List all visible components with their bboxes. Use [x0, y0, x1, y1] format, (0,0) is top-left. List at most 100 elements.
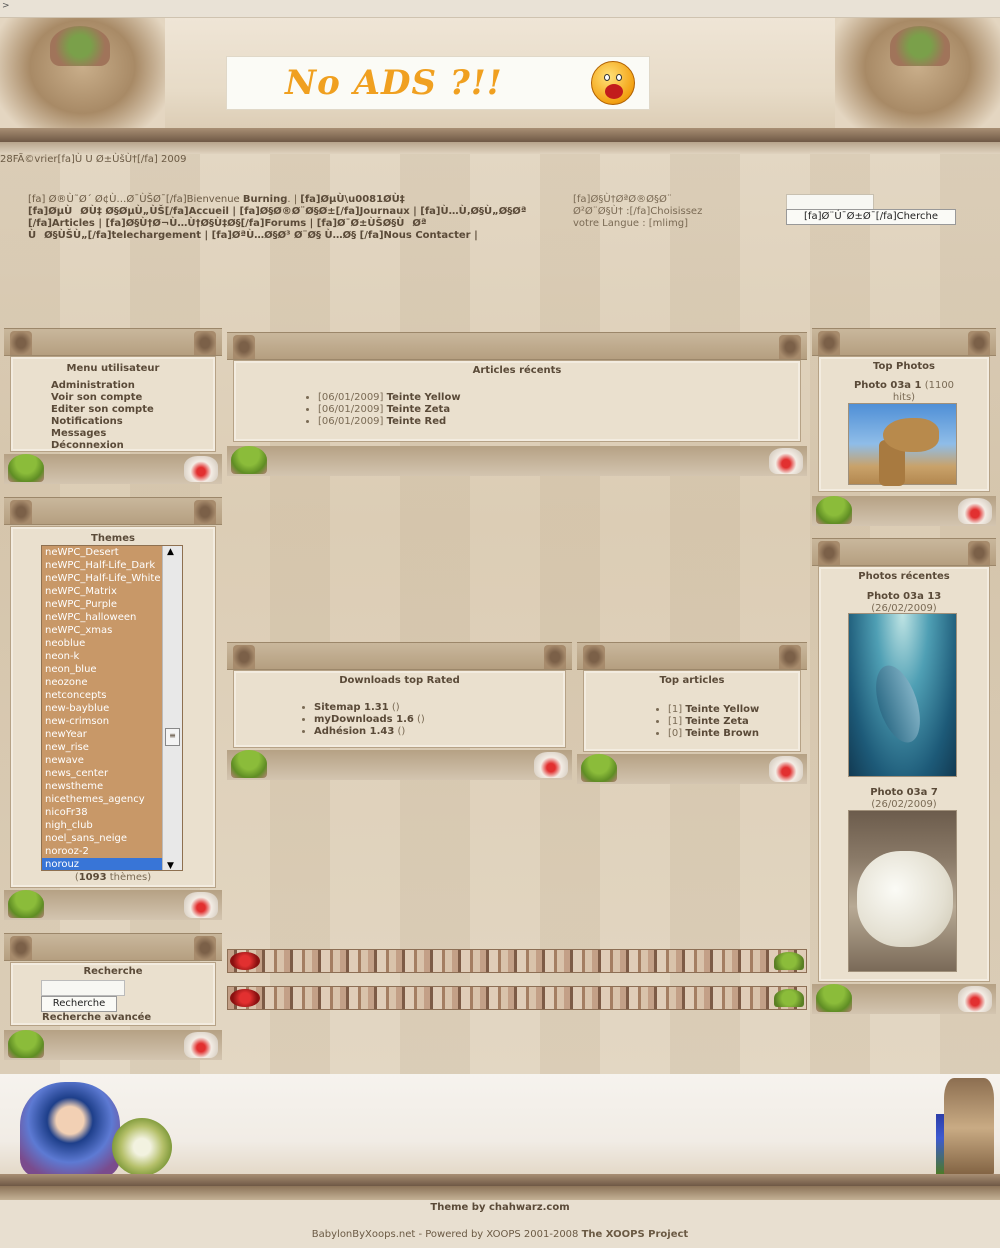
top-articles-panel: Top articles [1] Teinte Yellow [1] Teint… [583, 670, 801, 752]
footer-statue-image [944, 1078, 994, 1178]
menu-item-administration[interactable]: Administration [51, 380, 215, 392]
theme-option[interactable]: neWPC_Desert [42, 546, 164, 559]
menu-item-notifications[interactable]: Notifications [51, 416, 215, 428]
top-search-input[interactable] [786, 194, 874, 210]
recent-articles-panel: Articles récents [06/01/2009] Teinte Yel… [233, 360, 801, 442]
list-item: [1] Teinte Zeta [668, 716, 800, 728]
theme-option[interactable]: new-crimson [42, 715, 164, 728]
download-link[interactable]: myDownloads 1.6 [314, 714, 414, 725]
search-input[interactable] [41, 980, 125, 996]
top-photos-panel-footer [812, 496, 996, 526]
theme-option[interactable]: newave [42, 754, 164, 767]
ad-banner[interactable]: No ADS ?!! [226, 56, 650, 110]
advanced-search-link[interactable]: Recherche avancée [42, 1012, 151, 1023]
articles-panel-footer [227, 446, 807, 476]
list-item: Adhésion 1.43 () [314, 726, 565, 738]
theme-option[interactable]: neWPC_Half-Life_Dark [42, 559, 164, 572]
theme-option[interactable]: norouz [42, 858, 164, 870]
theme-list-scrollbar[interactable]: ▲ ≡ ▼ [162, 546, 182, 870]
article-link[interactable]: Teinte Zeta [387, 404, 450, 415]
scroll-up-arrow-icon[interactable]: ▲ [167, 547, 174, 557]
download-link[interactable]: Sitemap 1.31 [314, 702, 389, 713]
theme-option[interactable]: neWPC_Matrix [42, 585, 164, 598]
footer-credits: Theme by chahwarz.com BabylonByXoops.net… [0, 1200, 1000, 1248]
recent-photos-title: Photos récentes [858, 571, 950, 582]
theme-option[interactable]: neWPC_Half-Life_White [42, 572, 164, 585]
recent-photo-link[interactable]: Photo 03a 7 [870, 787, 938, 798]
theme-credit-link[interactable]: Theme by chahwarz.com [0, 1200, 1000, 1213]
user-menu-title: Menu utilisateur [66, 363, 160, 374]
article-link[interactable]: Teinte Zeta [685, 716, 748, 727]
theme-option[interactable]: news_center [42, 767, 164, 780]
top-strip-text: > [2, 1, 10, 11]
theme-option[interactable]: neWPC_halloween [42, 611, 164, 624]
list-item: [06/01/2009] Teinte Zeta [318, 404, 800, 416]
recent-photo-link[interactable]: Photo 03a 13 [867, 591, 942, 602]
language-selector: [fa]Ø§Ù†ØªØ®Ø§Ø¨ Ø²Ø¨Ø§Ù† :[/fa]Choisiss… [573, 194, 743, 230]
search-panel-footer [4, 1030, 222, 1060]
theme-option[interactable]: netconcepts [42, 689, 164, 702]
downloads-panel: Downloads top Rated Sitemap 1.31 () myDo… [233, 670, 566, 748]
top-photos-panel-header [812, 328, 996, 356]
camel-photo[interactable] [848, 403, 957, 486]
header-left-plant-image [50, 26, 110, 66]
article-link[interactable]: Teinte Brown [685, 728, 759, 739]
menu-item-view-account[interactable]: Voir son compte [51, 392, 215, 404]
recent-photos-panel-footer [812, 984, 996, 1014]
theme-option[interactable]: neoblue [42, 637, 164, 650]
list-item: myDownloads 1.6 () [314, 714, 565, 726]
footer-banner-image [0, 1074, 1000, 1186]
theme-option[interactable]: newYear [42, 728, 164, 741]
username-link[interactable]: Burning [243, 194, 288, 205]
menu-item-logout[interactable]: Déconnexion [51, 440, 215, 452]
powered-by-text: BabylonByXoops.net - Powered by XOOPS 20… [311, 1229, 689, 1240]
theme-select-list[interactable]: neWPC_Desert neWPC_Half-Life_Dark neWPC_Ha… [41, 545, 183, 871]
menu-panel-header [4, 328, 222, 356]
theme-option[interactable]: nicethemes_agency [42, 793, 164, 806]
theme-option[interactable]: norooz-2 [42, 845, 164, 858]
theme-option[interactable]: noel_sans_neige [42, 832, 164, 845]
article-link[interactable]: Teinte Yellow [685, 704, 759, 715]
dolphin-photo[interactable] [848, 613, 957, 777]
scroll-thumb[interactable]: ≡ [165, 728, 180, 746]
top-articles-panel-footer [577, 754, 807, 784]
theme-option[interactable]: neWPC_Purple [42, 598, 164, 611]
decorative-frieze-2 [227, 986, 807, 1010]
article-link[interactable]: Teinte Yellow [387, 392, 461, 403]
nav-links-line3[interactable]: ÙØ§ÙŠÙ„[/fa]telechargement | [fa]ØªÙ…Ø§… [28, 230, 478, 241]
downloads-title: Downloads top Rated [339, 675, 460, 686]
top-photo-caption: Photo 03a 1 (1100 hits) [853, 380, 955, 403]
nav-links-line1[interactable]: [fa]ØµÙØ­Ù‡ Ø§ØµÙ„ÙŠ[/fa]Accueil | [fa]… [28, 206, 526, 217]
theme-option[interactable]: neozone [42, 676, 164, 689]
downloads-list: Sitemap 1.31 () myDownloads 1.6 () Adhés… [314, 702, 565, 738]
menu-item-messages[interactable]: Messages [51, 428, 215, 440]
theme-option[interactable]: nicoFr38 [42, 806, 164, 819]
welcome-text: [fa] Ø®Ù˜Ø´ Ø¢Ù…Ø¯ÙŠØ¯[/fa]Bienvenue [28, 194, 243, 205]
top-photo-link[interactable]: Photo 03a 1 [854, 380, 922, 391]
search-button[interactable]: Recherche [41, 996, 117, 1012]
download-link[interactable]: Adhésion 1.43 [314, 726, 394, 737]
theme-option[interactable]: new_rise [42, 741, 164, 754]
xoops-project-link[interactable]: The XOOPS Project [582, 1229, 689, 1240]
header-bottom-band [0, 128, 1000, 142]
decorative-frieze-1 [227, 949, 807, 973]
theme-option[interactable]: neon-k [42, 650, 164, 663]
theme-option[interactable]: nigh_club [42, 819, 164, 832]
scroll-down-arrow-icon[interactable]: ▼ [167, 861, 174, 870]
theme-option[interactable]: new-bayblue [42, 702, 164, 715]
nav-links-line2[interactable]: [/fa]Articles | [fa]Ø§Ù†Ø¬Ù…Ù†Ø§Ù‡Ø§[/fa… [28, 218, 427, 229]
language-label-line3[interactable]: votre Langue : [mlimg] [573, 218, 743, 230]
polar-bear-photo[interactable] [848, 810, 957, 972]
top-articles-panel-header [577, 642, 807, 670]
theme-option[interactable]: newstheme [42, 780, 164, 793]
theme-option[interactable]: neon_blue [42, 663, 164, 676]
top-search-button[interactable]: [fa]Ø¨Ú¯Ø±Ø¯[/fa]Cherche [786, 209, 956, 225]
theme-option[interactable]: neWPC_xmas [42, 624, 164, 637]
list-item: [06/01/2009] Teinte Yellow [318, 392, 800, 404]
article-link[interactable]: Teinte Red [387, 416, 447, 427]
footer-flowers-image [112, 1118, 172, 1176]
shocked-face-icon [591, 61, 635, 105]
header-right-plant-image [890, 26, 950, 66]
menu-item-edit-account[interactable]: Editer son compte [51, 404, 215, 416]
header-shadow-band [0, 142, 1000, 154]
